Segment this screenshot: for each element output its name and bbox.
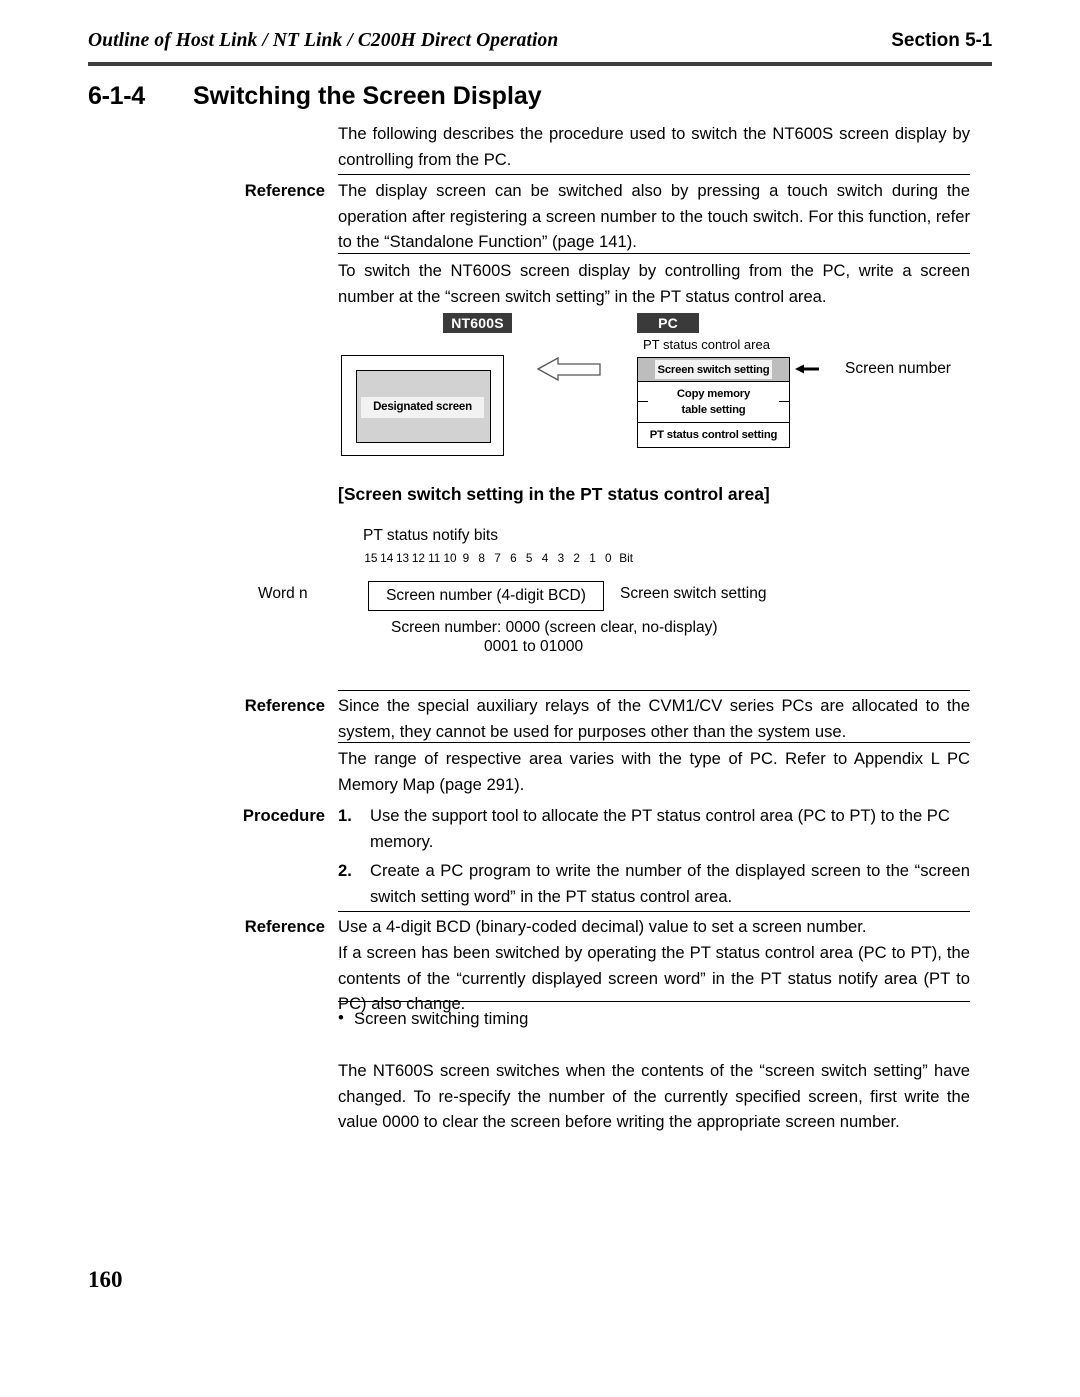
reference1-rule-top <box>338 174 970 175</box>
bit-label: 8 <box>478 551 485 565</box>
word-n-label: Word n <box>258 585 308 602</box>
table-row: Copy memory table setting <box>638 382 789 423</box>
bit-map-title: [Screen switch setting in the PT status … <box>338 484 770 504</box>
bit-label: 2 <box>573 551 580 565</box>
copy-memory-line1: Copy memory <box>676 388 751 400</box>
bit-label: 10 <box>443 551 457 565</box>
copy-memory-line2: table setting <box>681 404 746 416</box>
screen-switch-setting-cell: Screen switch setting <box>655 360 772 379</box>
procedure-label: Procedure <box>242 806 325 825</box>
bit-label: 11 <box>428 551 441 565</box>
procedure-item-2: 2. Create a PC program to write the numb… <box>338 858 970 909</box>
screen-switch-setting-caption: Screen switch setting <box>620 585 767 602</box>
reference1-rule-bottom <box>338 253 970 254</box>
reference1-label: Reference <box>244 181 325 200</box>
reference1-text: The display screen can be switched also … <box>338 181 970 252</box>
bit-label: 1 <box>589 551 596 565</box>
timing-paragraph: The NT600S screen switches when the cont… <box>338 1061 970 1132</box>
pc-tag: PC <box>637 313 699 333</box>
timing-bullet-text: Screen switching timing <box>354 1009 529 1028</box>
page-title: 6-1-4 Switching the Screen Display <box>88 82 992 116</box>
table-row: Screen switch setting <box>638 358 789 382</box>
nt600s-panel: Designated screen <box>341 355 504 456</box>
intro-paragraph: The following describes the procedure us… <box>338 124 970 169</box>
procedure-item-number: 2. <box>338 861 352 880</box>
header-section-label: Section 5-1 <box>891 30 992 52</box>
row-tick-right <box>779 401 789 403</box>
reference2-rule-top <box>338 690 970 691</box>
reference3-rule-bottom <box>338 1001 970 1002</box>
bit-label: 4 <box>541 551 549 565</box>
nt600s-screen: Designated screen <box>356 370 491 443</box>
bullet-icon: • <box>338 1008 344 1027</box>
procedure-item-1: 1. Use the support tool to allocate the … <box>338 803 970 854</box>
reference3-line1: Use a 4-digit BCD (binary-coded decimal)… <box>338 917 867 936</box>
header-title: Outline of Host Link / NT Link / C200H D… <box>88 30 559 51</box>
header-section-word: Section <box>891 30 960 51</box>
procedure-item-text: Use the support tool to allocate the PT … <box>370 806 950 851</box>
nt600s-tag: NT600S <box>443 313 512 333</box>
bit-label: 6 <box>510 551 517 565</box>
section-number: 6-1-4 <box>88 82 145 110</box>
page-number: 160 <box>88 1267 123 1292</box>
row-tick-left <box>638 401 648 403</box>
reference3-label: Reference <box>244 917 325 936</box>
bit-number-row: 15 14 13 12 11 10 9 8 7 6 5 4 3 2 1 0 Bi… <box>363 551 633 565</box>
bit-label: 0 <box>605 551 612 565</box>
screen-number-note-line2: 0001 to 01000 <box>484 638 584 655</box>
screen-number-caption: Screen number <box>845 360 951 377</box>
designated-screen-label: Designated screen <box>361 397 484 418</box>
reference2-label: Reference <box>244 696 325 715</box>
pt-status-control-area-label: PT status control area <box>643 337 770 352</box>
screen-number-note-line1: Screen number: 0000 (screen clear, no-di… <box>391 619 718 636</box>
reference3-rule-top <box>338 911 970 912</box>
bit-label: 13 <box>396 551 410 565</box>
procedure-item-text: Create a PC program to write the number … <box>370 861 970 906</box>
header-section-number: 5-1 <box>965 30 992 51</box>
bit-label: 15 <box>364 551 378 565</box>
body-paragraph-2: The range of respective area varies with… <box>338 749 970 794</box>
bit-label: 7 <box>494 551 501 565</box>
pt-status-control-setting-cell: PT status control setting <box>649 429 778 441</box>
running-header: Outline of Host Link / NT Link / C200H D… <box>88 30 992 66</box>
pc-memory-table: Screen switch setting Copy memory table … <box>637 357 790 448</box>
left-arrow-icon <box>795 362 819 374</box>
screen-number-box: Screen number (4-digit BCD) <box>368 581 604 611</box>
pt-status-notify-bits-label: PT status notify bits <box>363 527 498 544</box>
bit-label: 3 <box>557 551 565 565</box>
section-title: Switching the Screen Display <box>193 82 542 110</box>
table-row: PT status control setting <box>638 423 789 447</box>
bit-label: 12 <box>411 551 425 565</box>
bit-label: 14 <box>380 551 394 565</box>
left-block-arrow-icon <box>536 356 602 382</box>
header-divider <box>88 62 992 66</box>
bit-axis-label: Bit <box>619 551 634 565</box>
bit-label: 5 <box>525 551 533 565</box>
reference2-rule-bottom <box>338 742 970 743</box>
procedure-item-number: 1. <box>338 806 352 825</box>
timing-bullet-item: • Screen switching timing <box>338 1006 970 1032</box>
bit-label: 9 <box>462 551 470 565</box>
reference2-text: Since the special auxiliary relays of th… <box>338 696 970 741</box>
body-paragraph-1: To switch the NT600S screen display by c… <box>338 261 970 306</box>
